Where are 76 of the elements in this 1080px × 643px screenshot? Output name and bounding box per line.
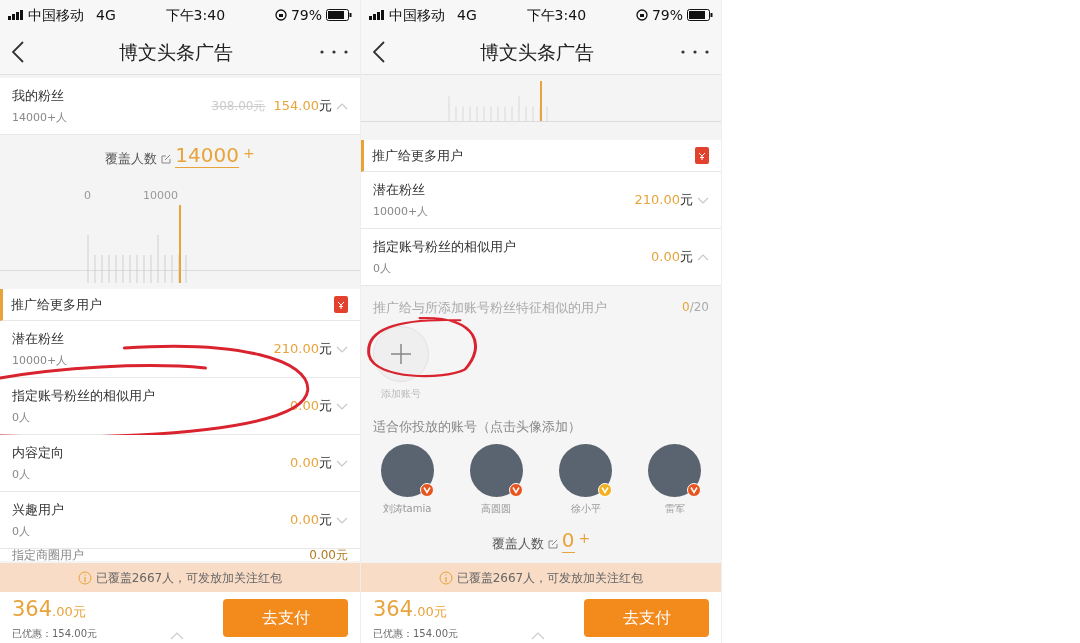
discount-text: 已优惠：154.00元 <box>12 626 97 641</box>
row-count: 10000+人 <box>12 352 68 369</box>
notice-text: 已覆盖2667人，可发放加关注红包 <box>456 569 644 587</box>
list-row[interactable]: 潜在粉丝 10000+人 210.00元 <box>361 172 721 229</box>
info-icon <box>77 570 92 585</box>
coverage-label: 覆盖人数 <box>105 149 158 168</box>
rotation-lock-icon <box>274 9 287 21</box>
row-label: 潜在粉丝 <box>373 181 426 199</box>
battery-icon <box>687 9 713 21</box>
notice-text: 已覆盖2667人，可发放加关注红包 <box>95 569 283 587</box>
row-label: 指定账号粉丝的相似用户 <box>12 387 155 405</box>
envelope-icon[interactable] <box>334 296 348 313</box>
account-name: 高圆圆 <box>481 502 512 516</box>
account-name: 雷军 <box>665 502 685 516</box>
edit-icon <box>161 154 172 164</box>
row-count: 0人 <box>373 260 392 277</box>
coverage-label: 覆盖人数 <box>491 534 544 553</box>
info-icon <box>438 570 453 585</box>
network-type: 4G <box>96 5 116 25</box>
rotation-lock-icon <box>635 9 648 21</box>
list-row[interactable]: 指定账号粉丝的相似用户 0人 0.00元 <box>361 229 721 286</box>
total-amount: 364.00元 <box>12 596 87 624</box>
account-name: 徐小平 <box>570 502 601 516</box>
signal-icon <box>369 10 385 20</box>
row-price: 0.00元 <box>290 511 332 530</box>
row-label: 指定账号粉丝的相似用户 <box>373 238 516 256</box>
envelope-icon[interactable] <box>695 147 709 164</box>
avatar[interactable] <box>648 444 702 497</box>
row-price: 210.00元 <box>273 340 332 359</box>
total-amount: 364.00元 <box>373 596 448 624</box>
discount-text: 已优惠：154.00元 <box>373 626 458 641</box>
row-price: 154.00元 <box>273 97 332 116</box>
row-price: 0.00元 <box>290 454 332 473</box>
prompt-text: 推广给与所添加账号粉丝特征相似的用户 <box>373 299 607 317</box>
account-name: 刘涛tamia <box>382 502 432 516</box>
signal-icon <box>8 10 24 20</box>
axis-tick-label: 10000 <box>143 188 178 204</box>
row-count: 0人 <box>12 523 31 540</box>
section-title: 推广给更多用户 <box>371 146 463 165</box>
network-type: 4G <box>457 5 477 25</box>
battery-icon <box>326 9 352 21</box>
plus-sign: + <box>242 144 255 163</box>
section-title: 推广给更多用户 <box>10 295 102 314</box>
row-price: 0.00元 <box>651 248 693 267</box>
row-label: 潜在粉丝 <box>12 330 65 348</box>
account-count: 0/20 <box>682 299 709 316</box>
edit-icon <box>547 539 558 549</box>
avatar[interactable] <box>380 444 434 497</box>
list-row[interactable]: 兴趣用户 0人 0.00元 <box>0 492 360 549</box>
row-count: 10000+人 <box>373 203 429 220</box>
plus-icon <box>391 343 411 364</box>
row-price: 210.00元 <box>634 191 693 210</box>
carrier-name: 中国移动 <box>28 5 84 25</box>
row-label: 我的粉丝 <box>12 87 65 105</box>
carrier-name: 中国移动 <box>389 5 445 25</box>
avatar[interactable] <box>469 444 523 497</box>
axis-tick-label: 0 <box>84 188 91 204</box>
battery-percent: 79% <box>290 5 322 25</box>
row-label: 指定商圈用户 <box>12 549 84 561</box>
row-count: 14000+人 <box>12 109 68 126</box>
add-account-button[interactable] <box>373 325 429 382</box>
plus-sign: + <box>578 529 591 548</box>
row-label: 内容定向 <box>12 444 64 462</box>
list-row[interactable]: 潜在粉丝 10000+人 210.00元 <box>0 321 360 378</box>
clock-time: 下午3:40 <box>526 5 587 25</box>
battery-percent: 79% <box>651 5 683 25</box>
row-count: 0人 <box>12 409 31 426</box>
clock-time: 下午3:40 <box>165 5 226 25</box>
suggestion-title: 适合你投放的账号（点击头像添加） <box>373 417 582 436</box>
page-title: 博文头条广告 <box>480 39 594 65</box>
row-label: 兴趣用户 <box>12 501 64 519</box>
avatar[interactable] <box>559 444 613 497</box>
row-price: 0.00元 <box>309 549 348 561</box>
row-count: 0人 <box>12 466 31 483</box>
page-title: 博文头条广告 <box>119 39 233 65</box>
list-row[interactable]: 内容定向 0人 0.00元 <box>0 435 360 492</box>
